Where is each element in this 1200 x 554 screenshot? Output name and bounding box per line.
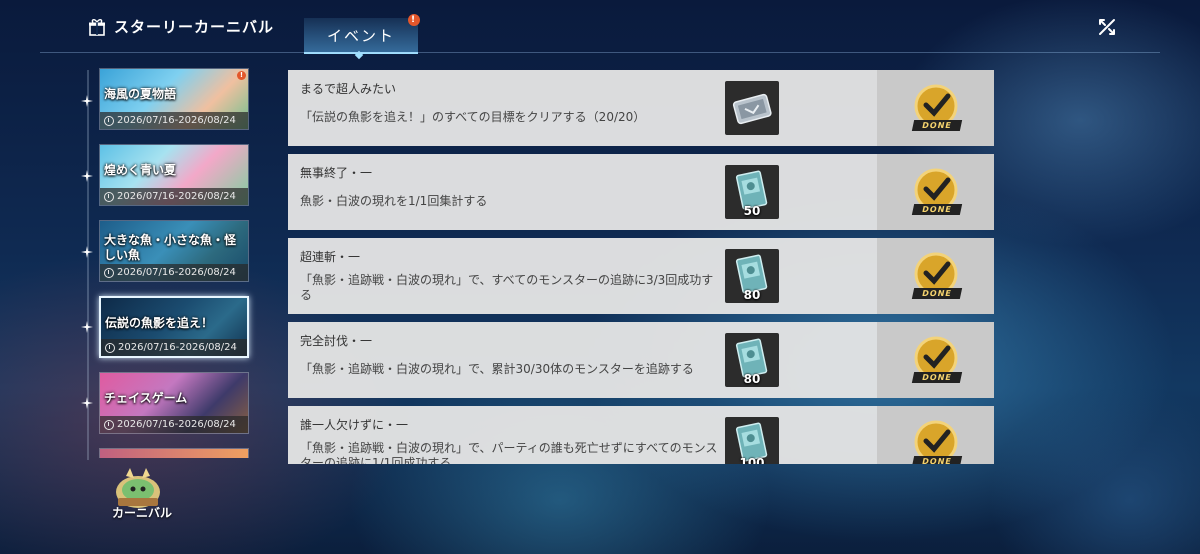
- task-name: まるで超人みたい: [300, 82, 397, 96]
- sidebar-item-date: 2026/07/16-2026/08/24: [100, 112, 248, 129]
- event-title: スターリーカーニバル: [114, 18, 275, 36]
- reward-item[interactable]: 80: [725, 249, 779, 303]
- sidebar-item-event[interactable]: 煌めく青い夏 2026/07/16-2026/08/24: [99, 144, 249, 206]
- task-description: 「魚影・追跡戦・白波の現れ」で、すべてのモンスターの追跡に3/3回成功する: [300, 273, 714, 302]
- sidebar-item-title: 煌めく青い夏: [104, 163, 177, 177]
- completed-label: DONE: [911, 120, 963, 131]
- event-header: スターリーカーニバル: [88, 16, 274, 37]
- task-row: 誰一人欠けずに・一 「魚影・追跡戦・白波の現れ」で、パーティの誰も死亡せずにすべ…: [288, 406, 994, 464]
- reward-quantity: 80: [743, 372, 761, 386]
- clock-icon: [105, 342, 115, 353]
- sidebar-item-date: 2026/07/16-2026/08/24: [101, 339, 247, 356]
- carnival-label: カーニバル: [112, 506, 173, 520]
- sidebar-item-title: 大きな魚・小さな魚・怪しい魚: [104, 233, 237, 262]
- close-icon: [1099, 19, 1115, 35]
- close-button[interactable]: [1096, 16, 1118, 38]
- reward-item[interactable]: [725, 81, 779, 135]
- completed-label: DONE: [911, 456, 963, 464]
- task-row: 無事終了・一 魚影・白波の現れを1/1回集計する 50 DONE: [288, 154, 994, 230]
- reward-quantity: 50: [743, 204, 761, 218]
- date-text: 2026/07/16-2026/08/24: [117, 419, 236, 430]
- clock-icon: [104, 191, 114, 202]
- sidebar-item-event[interactable]: 海風の夏物語 ! 2026/07/16-2026/08/24: [99, 68, 249, 130]
- date-text: 2026/07/16-2026/08/24: [118, 342, 237, 353]
- task-row: まるで超人みたい 「伝説の魚影を追え！」のすべての目標をクリアする（20/20）…: [288, 70, 994, 146]
- reward-item[interactable]: 80: [725, 333, 779, 387]
- task-status: DONE: [877, 406, 994, 464]
- completed-label: DONE: [911, 288, 963, 299]
- completed-label: DONE: [911, 204, 963, 215]
- clock-icon: [104, 267, 114, 278]
- tab-event-label: イベント: [326, 26, 395, 45]
- date-text: 2026/07/16-2026/08/24: [117, 191, 236, 202]
- date-text: 2026/07/16-2026/08/24: [117, 115, 236, 126]
- task-name: 無事終了・一: [300, 166, 373, 180]
- sidebar-dot-icon: [81, 321, 93, 333]
- task-description: 「魚影・追跡戦・白波の現れ」で、累計30/30体のモンスターを追跡する: [300, 362, 694, 376]
- task-status: DONE: [877, 154, 994, 230]
- task-status: DONE: [877, 322, 994, 398]
- task-name: 完全討伐・一: [300, 334, 373, 348]
- tab-notification-badge: !: [408, 14, 420, 26]
- date-text: 2026/07/16-2026/08/24: [117, 267, 236, 278]
- task-description: 「伝説の魚影を追え！」のすべての目標をクリアする（20/20）: [300, 110, 646, 124]
- clock-icon: [104, 419, 114, 430]
- gift-icon: [88, 18, 106, 36]
- task-name: 誰一人欠けずに・一: [300, 418, 409, 432]
- task-name: 超連斬・一: [300, 250, 361, 264]
- sidebar-item-event-partial[interactable]: [99, 448, 249, 458]
- task-description: 魚影・白波の現れを1/1回集計する: [300, 194, 488, 208]
- sidebar-dot-icon: [81, 246, 93, 258]
- reward-item[interactable]: 50: [725, 165, 779, 219]
- clock-icon: [104, 115, 114, 126]
- reward-quantity: 100: [739, 456, 765, 464]
- task-row: 超連斬・一 「魚影・追跡戦・白波の現れ」で、すべてのモンスターの追跡に3/3回成…: [288, 238, 994, 314]
- sidebar-item-event-selected[interactable]: 伝説の魚影を追え！ 2026/07/16-2026/08/24: [99, 296, 249, 358]
- sidebar-item-date: 2026/07/16-2026/08/24: [100, 264, 248, 281]
- reward-item[interactable]: 100: [725, 417, 779, 464]
- sidebar-item-title: 伝説の魚影を追え！: [105, 316, 214, 330]
- sidebar-item-event[interactable]: 大きな魚・小さな魚・怪しい魚 2026/07/16-2026/08/24: [99, 220, 249, 282]
- task-status: DONE: [877, 238, 994, 314]
- sidebar-dot-icon: [81, 95, 93, 107]
- sidebar-item-date: 2026/07/16-2026/08/24: [100, 188, 248, 205]
- sidebar-item-event[interactable]: チェイスゲーム 2026/07/16-2026/08/24: [99, 372, 249, 434]
- task-description: 「魚影・追跡戦・白波の現れ」で、パーティの誰も死亡せずにすべてのモンスターの追跡…: [300, 441, 718, 464]
- task-status: DONE: [877, 70, 994, 146]
- ticket-icon: [732, 93, 772, 125]
- reward-quantity: 80: [743, 288, 761, 302]
- notification-badge: !: [237, 71, 246, 80]
- tab-event[interactable]: イベント !: [304, 14, 420, 60]
- completed-label: DONE: [911, 372, 963, 383]
- task-row: 完全討伐・一 「魚影・追跡戦・白波の現れ」で、累計30/30体のモンスターを追跡…: [288, 322, 994, 398]
- sidebar-item-title: チェイスゲーム: [104, 391, 188, 405]
- sidebar-item-date: 2026/07/16-2026/08/24: [100, 416, 248, 433]
- header-divider: [40, 52, 1160, 53]
- sidebar-dot-icon: [81, 170, 93, 182]
- sidebar-dot-icon: [81, 397, 93, 409]
- carnival-button[interactable]: カーニバル: [108, 466, 180, 526]
- event-banner-image: [100, 449, 248, 458]
- sidebar-item-title: 海風の夏物語: [104, 87, 177, 101]
